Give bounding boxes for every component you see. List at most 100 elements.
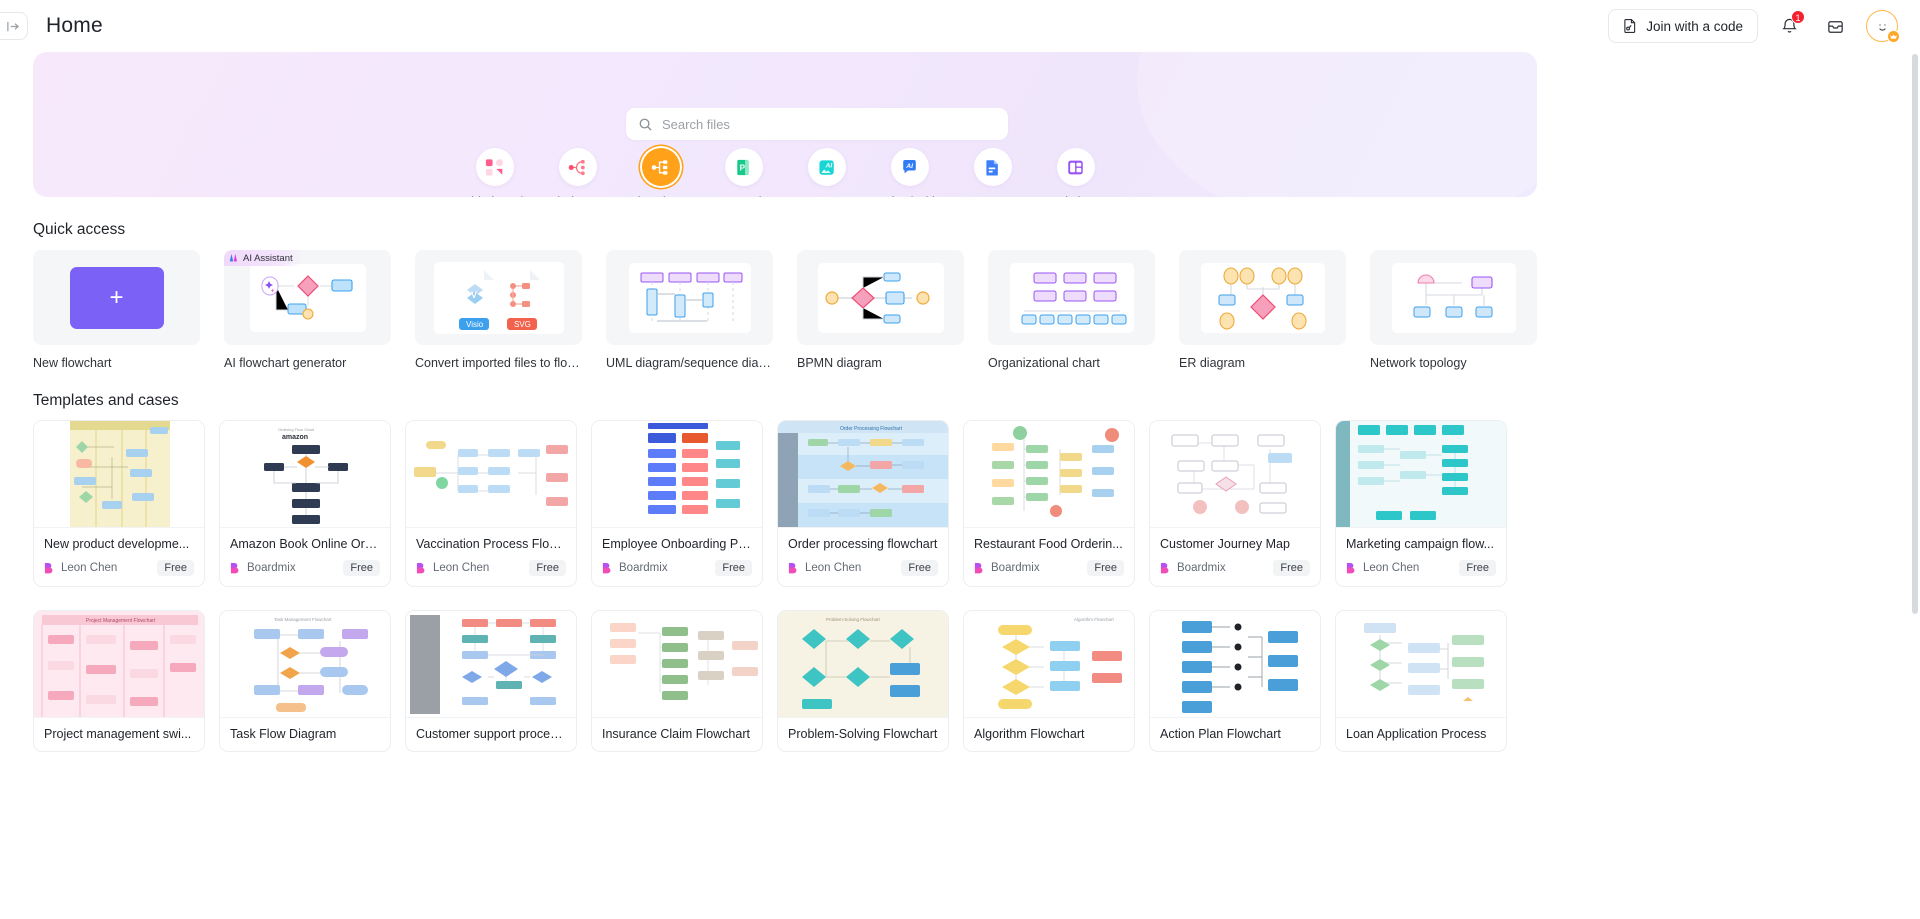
template-card[interactable]: New product developme... Leon Chen Free <box>33 420 205 587</box>
plus-icon: + <box>69 266 164 329</box>
search-bar[interactable] <box>626 108 1008 140</box>
template-thumbnail <box>406 421 576 528</box>
template-info: Amazon Book Online Ord... Boardmix Free <box>220 528 390 586</box>
boardmix-logo-icon <box>230 562 239 574</box>
template-thumbnail <box>964 421 1134 528</box>
quick-card-label: AI flowchart generator <box>224 356 347 370</box>
quick-card-uml-diagram[interactable]: UML diagram/sequence diagram <box>606 250 773 370</box>
quick-card-label: BPMN diagram <box>797 356 882 370</box>
category-ai-chat-writing[interactable]: AI AI chat/writing <box>868 148 951 197</box>
quick-card-bpmn-diagram[interactable]: BPMN diagram <box>797 250 964 370</box>
template-name: Employee Onboarding Pr... <box>602 537 752 551</box>
template-info: Task Flow Diagram <box>220 718 390 751</box>
boardmix-logo-icon <box>416 562 425 574</box>
quick-card-label: Network topology <box>1370 356 1467 370</box>
category-label: Docs <box>978 195 1006 197</box>
category-label: AI art <box>812 195 842 197</box>
category-ai-art[interactable]: AI AI art <box>785 148 868 197</box>
category-whiteboards[interactable]: Whiteboards <box>453 148 536 197</box>
quick-thumb <box>1370 250 1537 345</box>
template-info: Vaccination Process Flow... Leon Chen Fr… <box>406 528 576 586</box>
thumb-amazon: Ordering Flow Chart amazon <box>220 421 390 527</box>
template-card[interactable]: Marketing campaign flow... Leon Chen Fre… <box>1335 420 1507 587</box>
quick-card-ai-flowchart-generator[interactable]: AI Assistant AI flowchart generator <box>224 250 391 370</box>
template-info: Customer Journey Map Boardmix Free <box>1150 528 1320 586</box>
template-price-tag: Free <box>1087 560 1124 576</box>
ai-art-icon: AI <box>807 148 846 186</box>
template-price-tag: Free <box>715 560 752 576</box>
template-card[interactable]: Algorithm Flowchart Algorithm Flowchart <box>963 610 1135 752</box>
quick-card-label: New flowchart <box>33 356 112 370</box>
template-info: Restaurant Food Orderin... Boardmix Free <box>964 528 1134 586</box>
template-price-tag: Free <box>157 560 194 576</box>
template-card[interactable]: Restaurant Food Orderin... Boardmix Free <box>963 420 1135 587</box>
inbox-button[interactable] <box>1820 11 1850 41</box>
category-docs[interactable]: Docs <box>951 148 1034 197</box>
templates-title: Templates and cases <box>33 392 179 409</box>
template-card[interactable]: Order Processing Flowchart Order process… <box>777 420 949 587</box>
template-author: Leon Chen <box>1363 562 1420 574</box>
template-name: Amazon Book Online Ord... <box>230 537 380 551</box>
quick-card-convert-imported-files[interactable]: V Visio SVG Convert imported files to fl… <box>415 250 582 370</box>
vertical-scrollbar[interactable] <box>1912 54 1918 614</box>
template-card[interactable]: Task Management Flowchart Task Flow Diag… <box>219 610 391 752</box>
quick-card-new-flowchart[interactable]: + New flowchart <box>33 250 200 370</box>
template-card[interactable]: Project Management Flowchart Project man… <box>33 610 205 752</box>
search-input[interactable] <box>662 116 996 132</box>
link-file-icon <box>1623 18 1638 34</box>
category-flowcharts[interactable]: Flowcharts <box>619 148 702 197</box>
template-name: Insurance Claim Flowchart <box>602 727 750 741</box>
template-thumbnail <box>592 421 762 528</box>
bpmn-preview <box>817 262 944 333</box>
template-thumbnail: Project Management Flowchart <box>34 611 204 718</box>
quick-card-label: UML diagram/sequence diagram <box>606 356 773 370</box>
template-name: Order processing flowchart <box>788 537 938 551</box>
template-meta: Leon Chen Free <box>1346 560 1496 576</box>
join-with-code-button[interactable]: Join with a code <box>1608 9 1758 43</box>
template-card[interactable]: Ordering Flow Chart amazon Amazon Book O… <box>219 420 391 587</box>
templates-row-1: New product developme... Leon Chen Free … <box>33 420 1537 587</box>
thumb-action-plan <box>1150 611 1320 717</box>
quick-card-er-diagram[interactable]: ER diagram <box>1179 250 1346 370</box>
template-card[interactable]: Insurance Claim Flowchart <box>591 610 763 752</box>
svg-text:AI: AI <box>825 162 833 169</box>
svg-text:Ordering Flow Chart: Ordering Flow Chart <box>278 427 315 432</box>
template-meta: Leon Chen Free <box>788 560 938 576</box>
template-card[interactable]: Customer support proces... <box>405 610 577 752</box>
quick-card-network-topology[interactable]: Network topology <box>1370 250 1537 370</box>
template-card[interactable]: Employee Onboarding Pr... Boardmix Free <box>591 420 763 587</box>
category-worksheets[interactable]: Worksheets <box>1034 148 1117 197</box>
thumb-customer-journey <box>1150 421 1320 527</box>
quick-card-organizational-chart[interactable]: Organizational chart <box>988 250 1155 370</box>
thumb-order-processing: Order Processing Flowchart <box>778 421 948 527</box>
template-name: Restaurant Food Orderin... <box>974 537 1123 551</box>
category-label: Whiteboards <box>459 195 529 197</box>
quick-thumb: V Visio SVG <box>415 250 582 345</box>
template-card[interactable]: Customer Journey Map Boardmix Free <box>1149 420 1321 587</box>
template-meta: Leon Chen Free <box>44 560 194 576</box>
notifications-button[interactable]: 1 <box>1774 10 1805 41</box>
sidebar-collapse-icon[interactable] <box>0 12 28 40</box>
template-meta: Boardmix Free <box>1160 560 1310 576</box>
quick-thumb <box>988 250 1155 345</box>
template-thumbnail <box>1150 421 1320 528</box>
top-bar: Home Join with a code 1 <box>0 0 1920 52</box>
template-thumbnail <box>1336 611 1506 718</box>
template-info: Order processing flowchart Leon Chen Fre… <box>778 528 948 586</box>
avatar[interactable] <box>1866 10 1900 43</box>
template-card[interactable]: Problem-Solving Flowchart Problem-Solvin… <box>777 610 949 752</box>
category-presentations[interactable]: P Presentations <box>702 148 785 197</box>
template-card[interactable]: Action Plan Flowchart <box>1149 610 1321 752</box>
quick-access-row: + New flowchart AI Assistant AI flowchar… <box>33 250 1537 370</box>
quick-card-label: Organizational chart <box>988 356 1100 370</box>
category-mind-maps[interactable]: Mind maps <box>536 148 619 197</box>
template-name: Algorithm Flowchart <box>974 727 1085 741</box>
svg-text:Order Processing Flowchart: Order Processing Flowchart <box>840 426 903 432</box>
thumb-vaccination <box>406 421 576 527</box>
template-thumbnail: Task Management Flowchart <box>220 611 390 718</box>
quick-thumb <box>1179 250 1346 345</box>
template-card[interactable]: Loan Application Process <box>1335 610 1507 752</box>
template-thumbnail <box>34 421 204 528</box>
template-card[interactable]: Vaccination Process Flow... Leon Chen Fr… <box>405 420 577 587</box>
quick-thumb: AI Assistant <box>224 250 391 345</box>
